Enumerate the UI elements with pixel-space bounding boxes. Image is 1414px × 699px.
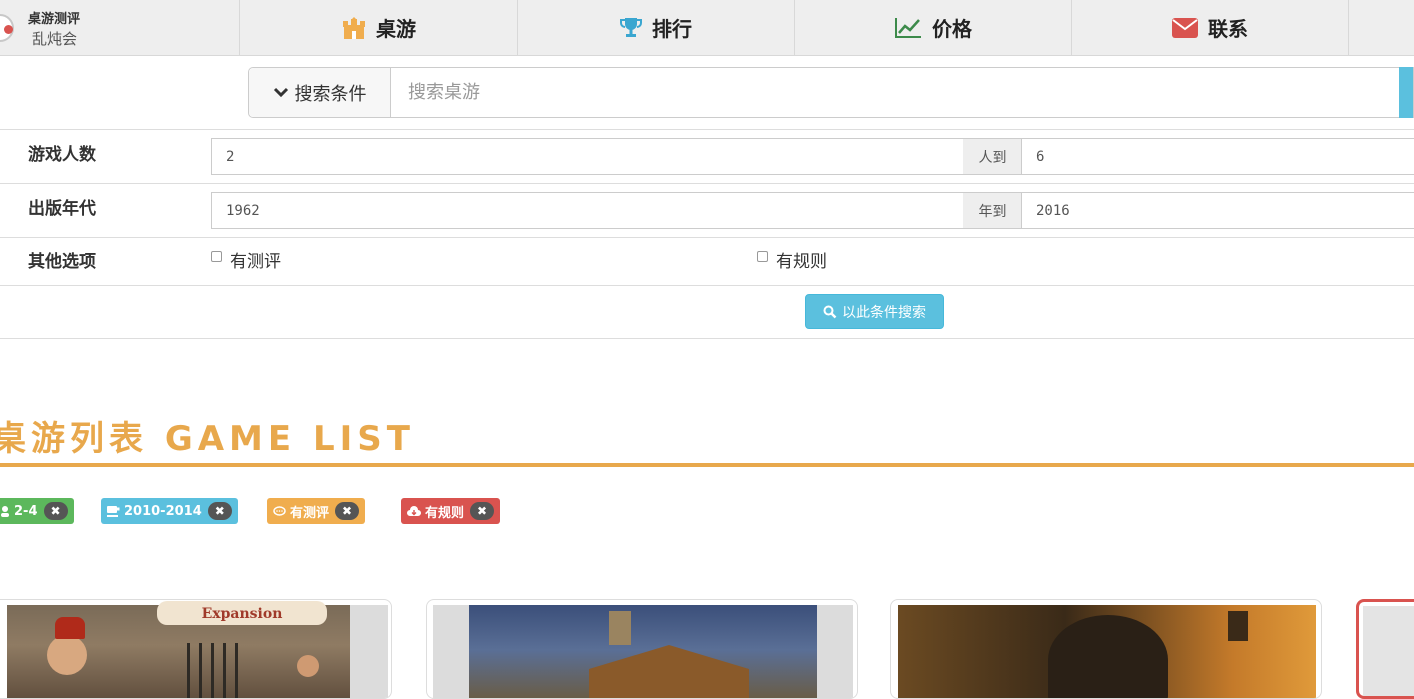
line-chart-icon	[895, 17, 921, 38]
players-label: 游戏人数	[28, 145, 96, 165]
brand[interactable]: 桌游测评 乱炖会	[0, 0, 240, 55]
divider	[0, 285, 1414, 286]
years-max-field[interactable]: 2016	[1021, 192, 1414, 229]
players-min-field[interactable]: 2	[211, 138, 964, 175]
filter-tag-review: 有测评 ✖	[267, 498, 366, 524]
tag-label: 有规则	[425, 505, 465, 521]
nav-item-games[interactable]: 桌游	[241, 0, 518, 55]
top-nav: 桌游测评 乱炖会 桌游 排行 价格 联系	[0, 0, 1414, 56]
search-input[interactable]	[392, 68, 1400, 117]
search-condition-label: 搜索条件	[294, 83, 367, 105]
nav-label: 桌游	[376, 17, 416, 41]
nav-item-ranking[interactable]: 排行	[518, 0, 795, 55]
search-button-label: 以此条件搜索	[842, 304, 926, 321]
divider	[0, 338, 1414, 339]
search-condition-toggle[interactable]: 搜索条件	[249, 68, 391, 117]
search-with-conditions-button[interactable]: 以此条件搜索	[805, 294, 944, 329]
notification-dot	[4, 25, 13, 34]
envelope-icon	[1172, 17, 1198, 38]
has-review-checkbox[interactable]: 有测评	[211, 247, 281, 272]
game-cover-image: Expansion	[7, 601, 350, 698]
brand-title: 桌游测评	[28, 12, 81, 27]
game-card[interactable]	[426, 599, 858, 699]
trophy-icon	[620, 17, 642, 37]
nav-item-contact[interactable]: 联系	[1072, 0, 1349, 55]
castle-icon	[343, 16, 365, 39]
cloud-download-icon	[407, 505, 421, 517]
filter-tag-players: 2-4 ✖	[0, 498, 74, 524]
players-separator: 人到	[963, 138, 1022, 175]
title-underline	[0, 463, 1414, 467]
tag-label: 2010-2014	[124, 503, 202, 519]
brand-subtitle: 乱炖会	[32, 30, 78, 48]
search-icon	[823, 305, 837, 318]
years-min-field[interactable]: 1962	[211, 192, 964, 229]
tag-label: 有测评	[290, 505, 330, 521]
remove-tag-icon[interactable]: ✖	[207, 502, 232, 520]
game-card[interactable]	[890, 599, 1322, 699]
nav-label: 排行	[652, 17, 692, 41]
years-separator: 年到	[963, 192, 1022, 229]
game-card[interactable]	[1356, 599, 1414, 699]
has-rules-checkbox[interactable]: 有规则	[757, 247, 827, 272]
nav-label: 价格	[932, 17, 972, 41]
nav-item-price[interactable]: 价格	[795, 0, 1072, 55]
filter-tag-years: 2010-2014 ✖	[101, 498, 238, 524]
game-list-title: 桌游列表 GAME LIST	[0, 419, 415, 459]
game-card[interactable]: Expansion	[0, 599, 392, 699]
users-icon	[0, 505, 10, 517]
comment-icon	[273, 505, 286, 517]
divider	[0, 183, 1414, 184]
players-max-field[interactable]: 6	[1021, 138, 1414, 175]
checkbox-label: 有规则	[776, 252, 827, 272]
expansion-banner: Expansion	[157, 601, 327, 625]
coffee-icon	[107, 505, 120, 517]
checkbox-box[interactable]	[757, 251, 768, 262]
checkbox-box[interactable]	[211, 251, 222, 262]
remove-tag-icon[interactable]: ✖	[470, 502, 495, 520]
search-bar: 搜索条件	[248, 67, 1414, 118]
remove-tag-icon[interactable]: ✖	[43, 502, 68, 520]
filter-tag-rules: 有规则 ✖	[401, 498, 501, 524]
divider	[0, 129, 1414, 130]
remove-tag-icon[interactable]: ✖	[335, 502, 360, 520]
other-options-label: 其他选项	[28, 252, 96, 272]
game-cover-image	[469, 605, 817, 698]
game-cover-image	[898, 605, 1316, 698]
search-submit-button[interactable]	[1399, 67, 1413, 118]
divider	[0, 237, 1414, 238]
nav-label: 联系	[1208, 17, 1248, 41]
tag-label: 2-4	[14, 503, 38, 519]
checkbox-label: 有测评	[230, 252, 281, 272]
chevron-down-icon	[273, 87, 288, 97]
years-label: 出版年代	[28, 199, 96, 219]
